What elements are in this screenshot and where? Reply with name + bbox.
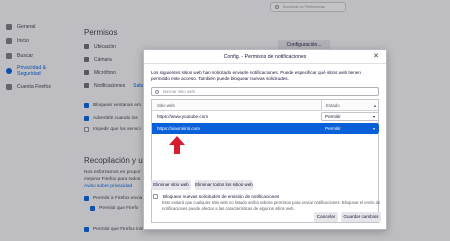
status-value: Permitir xyxy=(325,126,341,131)
block-new-requests-check[interactable]: Bloquear nuevas solicitudes de emisión d… xyxy=(153,194,279,199)
dialog-description: Los siguientes sitios web han solicitado… xyxy=(151,70,361,82)
save-changes-button[interactable]: Guardar cambios xyxy=(341,212,381,222)
site-search-placeholder: Buscar sitio web xyxy=(163,89,195,94)
remove-all-sites-button[interactable]: Eliminar todos los sitios web xyxy=(195,180,253,190)
red-arrow-icon xyxy=(169,136,185,154)
status-value: Permitir xyxy=(325,114,341,119)
remove-site-button[interactable]: Eliminar sitio web xyxy=(151,180,191,190)
status-select[interactable]: Permitir ▾ xyxy=(321,112,379,121)
chevron-down-icon: ▾ xyxy=(372,114,375,119)
cancel-button[interactable]: Cancelar xyxy=(314,212,338,222)
close-icon[interactable]: ✕ xyxy=(372,53,380,61)
table-header: Sitio web Estado ▲ xyxy=(152,100,378,111)
site-url: https://xiaomiinti.com xyxy=(157,126,200,131)
table-row[interactable]: https://www.youtube.com Permitir ▾ xyxy=(152,111,379,122)
status-select[interactable]: Permitir ▾ xyxy=(321,124,379,133)
checkbox[interactable] xyxy=(153,194,158,199)
search-icon xyxy=(155,89,159,94)
block-note-text: Esto evitará que cualquier sitio web no … xyxy=(162,200,381,211)
column-header-site[interactable]: Sitio web xyxy=(157,100,175,111)
check-label: Bloquear nuevas solicitudes de emisión d… xyxy=(163,194,280,199)
chevron-down-icon: ▾ xyxy=(372,126,375,131)
table-row-selected[interactable]: https://xiaomiinti.com Permitir ▾ xyxy=(152,123,379,134)
column-header-status[interactable]: Estado xyxy=(321,100,380,111)
sort-icon: ▲ xyxy=(373,103,377,108)
site-url: https://www.youtube.com xyxy=(157,114,209,119)
site-search-input[interactable]: Buscar sitio web xyxy=(151,87,379,96)
dialog-title: Config. - Permisos de notificaciones xyxy=(144,50,386,64)
